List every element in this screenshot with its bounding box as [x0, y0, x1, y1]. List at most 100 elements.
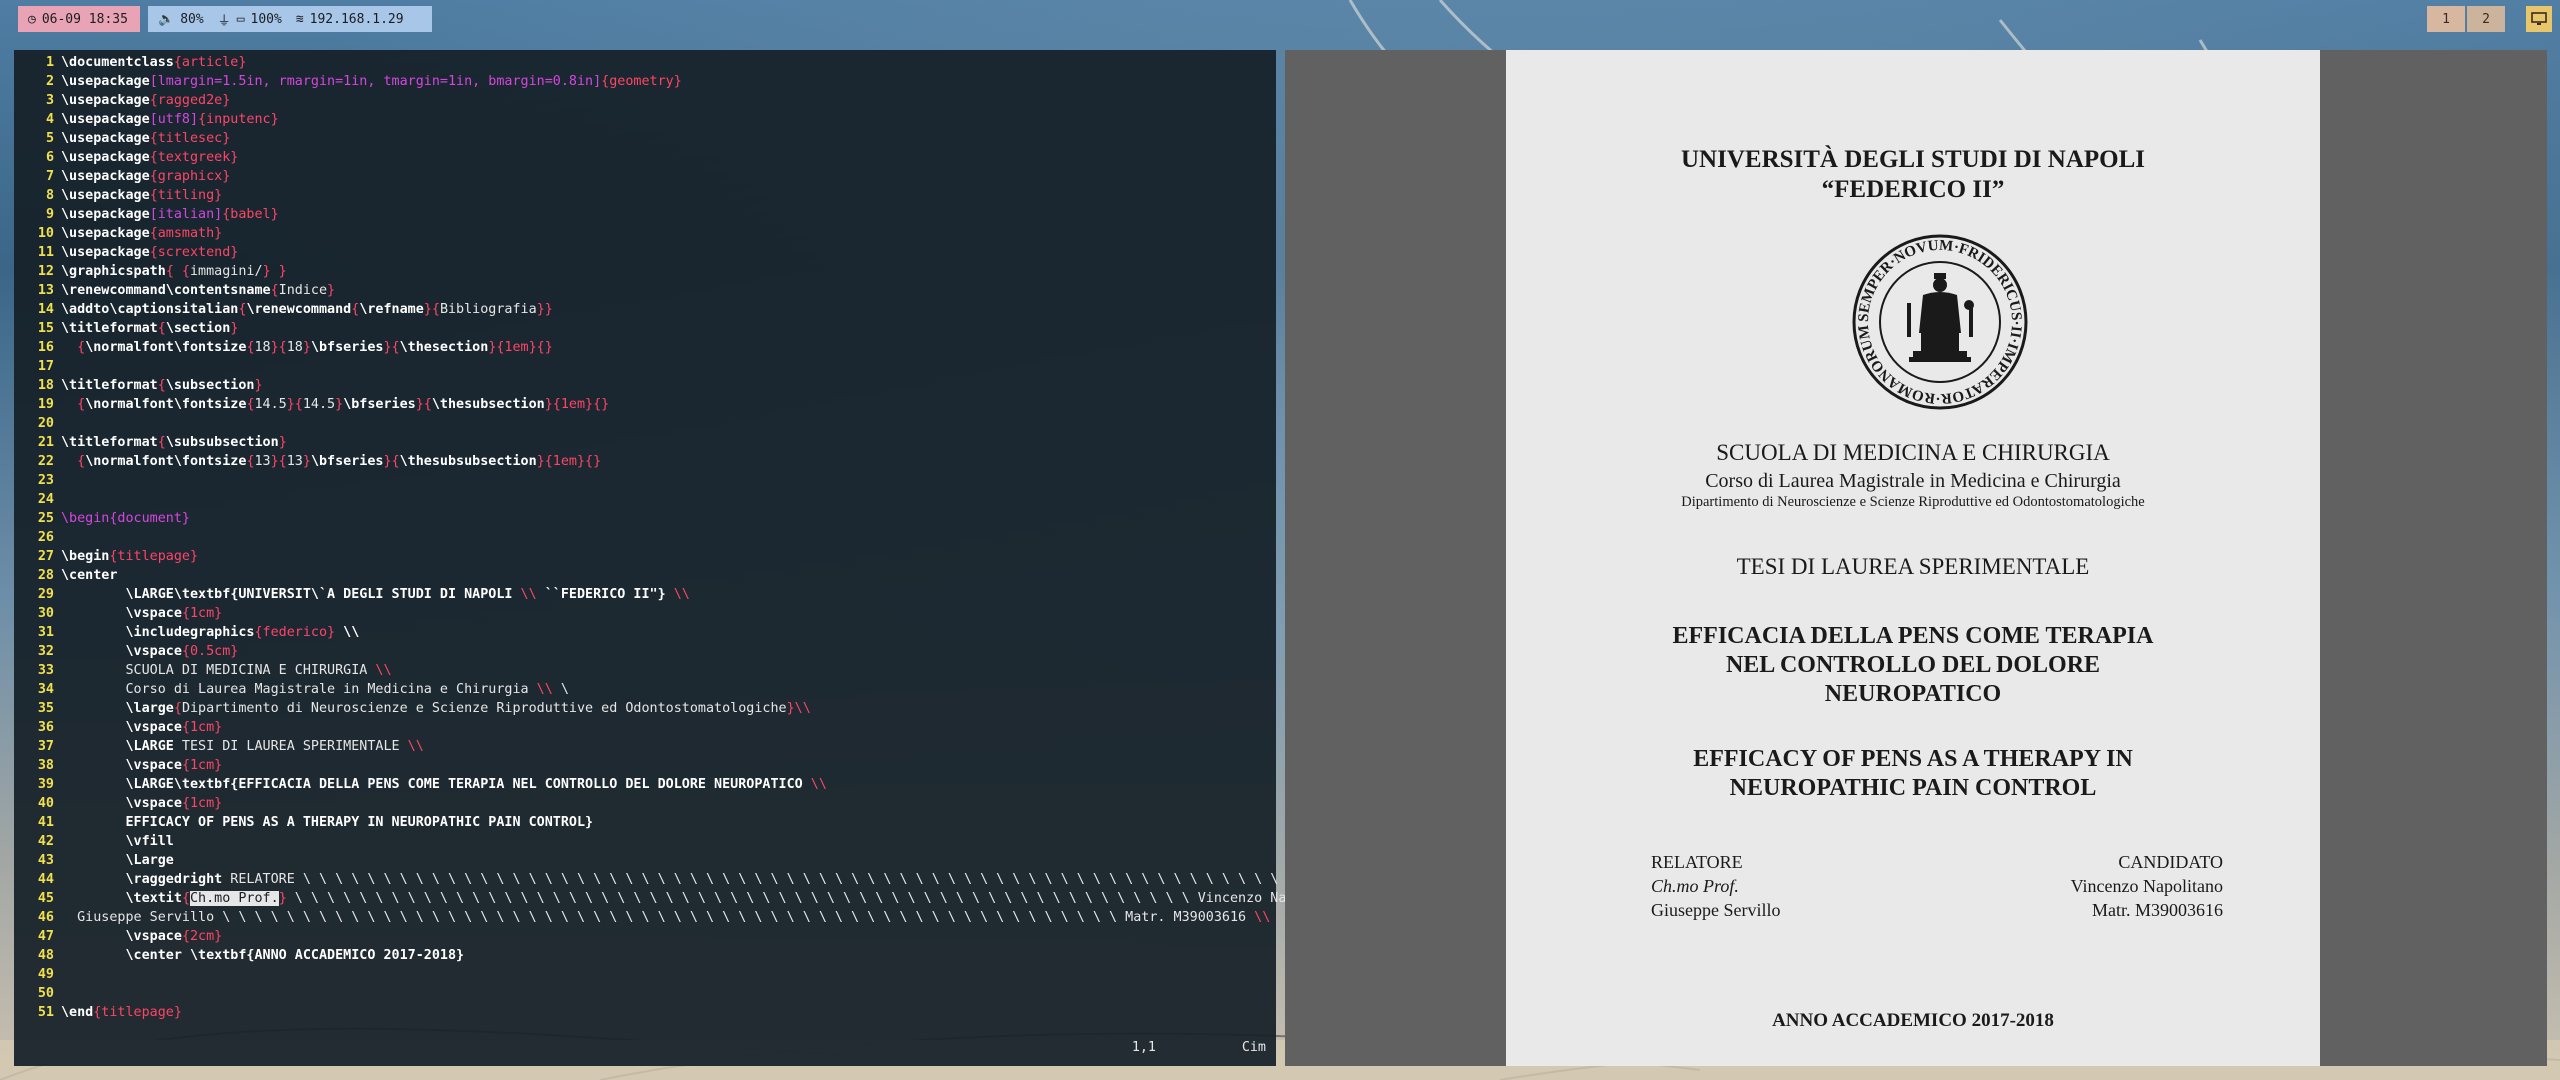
code-token: {	[246, 340, 255, 355]
code-token: Indice	[278, 283, 328, 298]
code-line[interactable]: 34 Corso di Laurea Magistrale in Medicin…	[24, 680, 1266, 699]
line-number: 15	[37, 321, 54, 336]
code-token: {textgreek}	[149, 150, 239, 165]
code-line[interactable]: 23	[24, 471, 1266, 490]
code-line[interactable]: 16 {\normalfont\fontsize{18}{18}\bfserie…	[24, 338, 1266, 357]
code-token: }{	[423, 302, 440, 317]
code-token: Giuseppe Servillo \ \ \ \ \ \ \ \ \ \ \ …	[61, 910, 1255, 925]
code-line[interactable]: 10 \usepackage{amsmath}	[24, 224, 1266, 243]
code-line[interactable]: 47 \vspace{2cm}	[24, 927, 1266, 946]
code-line[interactable]: 38 \vspace{1cm}	[24, 756, 1266, 775]
code-token: {	[77, 454, 86, 469]
code-line[interactable]: 11 \usepackage{scrextend}	[24, 243, 1266, 262]
line-number: 27	[37, 549, 54, 564]
line-number: 18	[37, 378, 54, 393]
code-line[interactable]: 1 \documentclass{article}	[24, 53, 1266, 72]
clock-widget[interactable]: ◷ 06-09 18:35	[18, 6, 140, 32]
code-line[interactable]: 12 \graphicspath{ {immagini/} }	[24, 262, 1266, 281]
code-line[interactable]: 31 \includegraphics{federico} \\	[24, 623, 1266, 642]
code-line[interactable]: 18 \titleformat{\subsection}	[24, 376, 1266, 395]
workspace-1[interactable]: 1	[2427, 6, 2465, 32]
code-token: \renewcommand\contentsname	[61, 283, 271, 298]
code-line[interactable]: 4 \usepackage[utf8]{inputenc}	[24, 110, 1266, 129]
vim-editor-window[interactable]: 1 \documentclass{article} 2 \usepackage[lma…	[14, 50, 1375, 1066]
pdf-viewer-window[interactable]: UNIVERSITÀ DEGLI STUDI DI NAPOLI “FEDERI…	[1285, 50, 2547, 1066]
code-token: {ragged2e}	[149, 93, 231, 108]
code-token: \subsection	[165, 378, 255, 393]
code-token: \bfseries	[343, 397, 416, 412]
code-line[interactable]: 40 \vspace{1cm}	[24, 794, 1266, 813]
code-line[interactable]: 44 \raggedright RELATORE \ \ \ \ \ \ \ \…	[24, 870, 1375, 889]
line-number: 37	[37, 739, 54, 754]
wifi-icon: ≋	[295, 11, 304, 27]
relatore-title: Ch.mo Prof.	[1651, 876, 1739, 896]
pdf-page[interactable]: UNIVERSITÀ DEGLI STUDI DI NAPOLI “FEDERI…	[1506, 50, 2320, 1066]
code-line[interactable]: 13 \renewcommand\contentsname{Indice}	[24, 281, 1266, 300]
code-line[interactable]: 3 \usepackage{ragged2e}	[24, 91, 1266, 110]
code-line[interactable]: 35 \large{Dipartimento di Neuroscienze e…	[24, 699, 1266, 718]
code-token: }{	[286, 397, 303, 412]
code-token: {scrextend}	[149, 245, 239, 260]
code-line[interactable]: 45 \textit{Ch.mo Prof.} \ \ \ \ \ \ \ \ …	[24, 889, 1375, 908]
code-line[interactable]: 6 \usepackage{textgreek}	[24, 148, 1266, 167]
code-line[interactable]: 36 \vspace{1cm}	[24, 718, 1266, 737]
code-token: {	[246, 397, 255, 412]
line-number: 47	[37, 929, 54, 944]
code-token: \\	[335, 625, 360, 640]
system-status-widget[interactable]: 🔉 80% ⏚ ▭ 100% ≋ 192.168.1.29	[148, 6, 432, 32]
code-token: \thesubsection	[431, 397, 545, 412]
code-line[interactable]: 5 \usepackage{titlesec}	[24, 129, 1266, 148]
code-token: \vspace	[125, 606, 182, 621]
code-line[interactable]: 32 \vspace{0.5cm}	[24, 642, 1266, 661]
code-line[interactable]: 14 \addto\captionsitalian{\renewcommand{\…	[24, 300, 1266, 319]
code-line[interactable]: 22 {\normalfont\fontsize{13}{13}\bfserie…	[24, 452, 1266, 471]
code-buffer[interactable]: 1 \documentclass{article} 2 \usepackage[lma…	[24, 53, 1375, 1022]
code-line[interactable]: 50	[24, 984, 1266, 1003]
code-line[interactable]: 20	[24, 414, 1266, 433]
code-line[interactable]: 28 \center	[24, 566, 1266, 585]
line-number: 26	[37, 530, 54, 545]
code-line[interactable]: 30 \vspace{1cm}	[24, 604, 1266, 623]
code-line[interactable]: 42 \vfill	[24, 832, 1266, 851]
code-line[interactable]: 49	[24, 965, 1266, 984]
code-line[interactable]: 37 \LARGE TESI DI LAUREA SPERIMENTALE \\	[24, 737, 1266, 756]
code-line[interactable]: 27 \begin{titlepage}	[24, 547, 1266, 566]
cursor-position: 1,1	[1131, 1040, 1156, 1055]
code-line[interactable]: 19 {\normalfont\fontsize{14.5}{14.5}\bfs…	[24, 395, 1266, 414]
workspace-2[interactable]: 2	[2467, 6, 2505, 32]
code-token: 14.5	[302, 397, 336, 412]
relatore-block: RELATORE Ch.mo Prof. Giuseppe Servillo	[1651, 850, 1780, 922]
university-title-line-1: UNIVERSITÀ DEGLI STUDI DI NAPOLI	[1681, 146, 2145, 173]
code-line[interactable]: 46 Giuseppe Servillo \ \ \ \ \ \ \ \ \ \…	[24, 908, 1270, 927]
code-token: {	[181, 891, 190, 906]
line-number: 10	[37, 226, 54, 241]
code-token: {1cm}	[181, 796, 223, 811]
code-line[interactable]: 29 \LARGE\textbf{UNIVERSIT\`A DEGLI STUD…	[24, 585, 1266, 604]
code-line[interactable]: 51 \end{titlepage}	[24, 1003, 1266, 1022]
code-line[interactable]: 24	[24, 490, 1266, 509]
code-line[interactable]: 25 \begin{document}	[24, 509, 1266, 528]
code-line[interactable]: 41 EFFICACY OF PENS AS A THERAPY IN NEUR…	[24, 813, 1266, 832]
code-line[interactable]: 33 SCUOLA DI MEDICINA E CHIRURGIA \\	[24, 661, 1266, 680]
code-token: Bibliografia	[439, 302, 537, 317]
line-number: 44	[37, 872, 54, 887]
code-line[interactable]: 39 \LARGE\textbf{EFFICACIA DELLA PENS CO…	[24, 775, 1266, 794]
code-line[interactable]: 8 \usepackage{titling}	[24, 186, 1266, 205]
code-line[interactable]: 26	[24, 528, 1266, 547]
code-line[interactable]: 7 \usepackage{graphicx}	[24, 167, 1266, 186]
code-line[interactable]: 43 \Large	[24, 851, 1266, 870]
line-number: 49	[37, 967, 54, 982]
code-line[interactable]: 17	[24, 357, 1266, 376]
relatore-name: Giuseppe Servillo	[1651, 900, 1781, 920]
code-line[interactable]: 9 \usepackage[italian]{babel}	[24, 205, 1266, 224]
code-line[interactable]: 15 \titleformat{\section}	[24, 319, 1266, 338]
code-line[interactable]: 2 \usepackage[lmargin=1.5in, rmargin=1in,…	[24, 72, 1266, 91]
code-line[interactable]: 21 \titleformat{\subsubsection}	[24, 433, 1266, 452]
system-menu-button[interactable]	[2526, 6, 2552, 32]
department-name: Dipartimento di Neuroscienze e Scienze R…	[1681, 494, 2145, 510]
code-line[interactable]: 48 \center \textbf{ANNO ACCADEMICO 2017-…	[24, 946, 1266, 965]
